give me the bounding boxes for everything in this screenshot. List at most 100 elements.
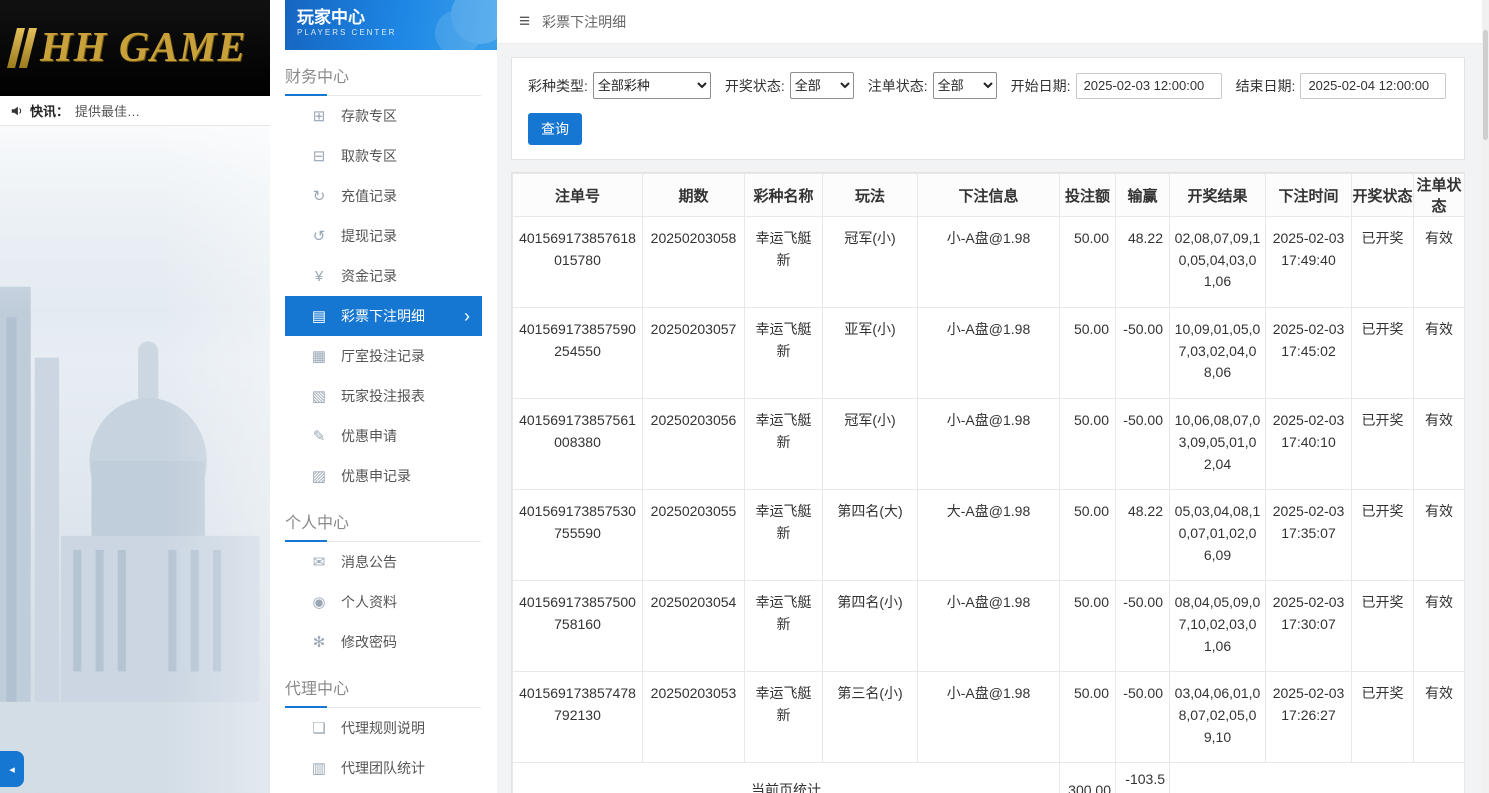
agent-rules-icon: ❏ — [312, 720, 326, 737]
col-header-bet-time: 下注时间 — [1265, 173, 1352, 217]
recharge-records-icon: ↻ — [312, 188, 326, 205]
cell-win-loss: -50.00 — [1115, 398, 1170, 491]
sidebar-item-agent-team-stats[interactable]: ▥ 代理团队统计 — [285, 748, 482, 788]
sidebar-item-hall-bet-records[interactable]: ▦ 厅室投注记录 — [285, 336, 482, 376]
cell-issue: 20250203054 — [642, 580, 745, 673]
cell-order-status: 有效 — [1413, 671, 1465, 764]
table-row: 401569173857590254550 20250203057 幸运飞艇新 亚军(… — [512, 307, 1465, 400]
col-header-bet-info: 下注信息 — [917, 173, 1060, 217]
content: 彩种类型: 全部彩种 开奖状态: 全部 注单状态: 全部 开始日期: 结束日期:… — [497, 44, 1489, 793]
query-button[interactable]: 查询 — [528, 113, 582, 145]
cell-bet-amount: 50.00 — [1059, 398, 1116, 491]
news-text: 提供最佳… — [75, 104, 141, 119]
cell-draw-status: 已开奖 — [1351, 671, 1414, 764]
chat-widget-button[interactable]: ◂ — [0, 751, 24, 787]
cell-draw-result: 10,06,08,07,03,09,05,01,02,04 — [1169, 398, 1266, 491]
col-header-order-status: 注单状态 — [1413, 173, 1465, 217]
cell-lottery-name: 幸运飞艇新 — [744, 398, 823, 491]
lottery-type-select[interactable]: 全部彩种 — [592, 72, 711, 99]
menu-toggle-icon[interactable]: ≡ — [519, 12, 530, 31]
chevron-right-icon: › — [464, 306, 470, 326]
cell-play-type: 第四名(大) — [822, 489, 918, 582]
sidebar-item-label: 代理规则说明 — [341, 720, 425, 736]
table-row: 401569173857618015780 20250203058 幸运飞艇新 冠军(… — [512, 215, 1465, 309]
sidebar-item-label: 存款专区 — [341, 108, 397, 124]
cell-bet-info: 小-A盘@1.98 — [917, 671, 1060, 764]
sidebar-item-withdraw-records[interactable]: ↺ 提现记录 — [285, 216, 482, 256]
sidebar-item-announcements[interactable]: ✉ 消息公告 — [285, 542, 482, 582]
cell-order-status: 有效 — [1413, 307, 1465, 400]
cell-bet-amount: 50.00 — [1059, 489, 1116, 582]
table-row: 401569173857530755590 20250203055 幸运飞艇新 第四名… — [512, 489, 1465, 582]
news-ticker: 快讯： 提供最佳… — [0, 96, 270, 126]
sidebar-item-deposit-zone[interactable]: ⊞ 存款专区 — [285, 96, 482, 136]
sidebar-section-title: 个人中心 — [285, 496, 481, 542]
summary-win-loss: -103.57 — [1115, 762, 1170, 793]
cell-lottery-name: 幸运飞艇新 — [744, 671, 823, 764]
header-decoration — [451, 0, 497, 44]
cell-draw-status: 已开奖 — [1351, 489, 1414, 582]
table-header-row: 注单号 期数 彩种名称 玩法 下注信息 投注额 输赢 开奖结果 下注时间 开奖状态 注单状态 — [512, 173, 1465, 217]
sidebar-item-lottery-bet-details[interactable]: ▤ 彩票下注明细 › — [285, 296, 482, 336]
table-body: 401569173857618015780 20250203058 幸运飞艇新 冠军(… — [512, 215, 1465, 793]
cell-bet-amount: 50.00 — [1059, 580, 1116, 673]
sidebar-item-change-password[interactable]: ✻ 修改密码 — [285, 622, 482, 662]
summary-row: 当前页统计300.00-103.57 — [512, 762, 1465, 793]
col-header-draw-result: 开奖结果 — [1169, 173, 1266, 217]
cell-issue: 20250203055 — [642, 489, 745, 582]
sidebar-item-withdraw-zone[interactable]: ⊟ 取款专区 — [285, 136, 482, 176]
cell-draw-status: 已开奖 — [1351, 307, 1414, 400]
site-logo[interactable]: HH GAME — [0, 0, 270, 96]
page: HH GAME 快讯： 提供最佳… ◂ 玩家中心 PLAYERS CENTER … — [0, 0, 1489, 793]
sidebar-item-promo-apply[interactable]: ✎ 优惠申请 — [285, 416, 482, 456]
cell-bet-info: 小-A盘@1.98 — [917, 307, 1060, 400]
table-row: 401569173857561008380 20250203056 幸运飞艇新 冠军(… — [512, 398, 1465, 491]
col-header-play-type: 玩法 — [822, 173, 918, 217]
scrollbar[interactable] — [1482, 0, 1489, 793]
sidebar-item-profile[interactable]: ◉ 个人资料 — [285, 582, 482, 622]
sidebar-item-promo-apply-records[interactable]: ▨ 优惠申记录 — [285, 456, 482, 496]
logo-text: HH GAME — [40, 25, 247, 71]
sidebar-item-agent-rules[interactable]: ❏ 代理规则说明 — [285, 708, 482, 748]
end-date-input[interactable] — [1300, 72, 1447, 99]
sidebar-body: 财务中心 ⊞ 存款专区 ⊟ 取款专区 ↻ 充值记录 ↺ 提现记录 ¥ 资金记录 ▤ 彩票下注明细 › ▦ 厅室… — [285, 50, 497, 788]
draw-status-select[interactable]: 全部 — [789, 72, 854, 99]
left-backdrop: HH GAME 快讯： 提供最佳… ◂ — [0, 0, 270, 793]
cell-play-type: 冠军(小) — [822, 215, 918, 309]
bets-table-panel: 注单号 期数 彩种名称 玩法 下注信息 投注额 输赢 开奖结果 下注时间 开奖状态 注单状态 401… — [511, 172, 1465, 793]
sidebar-item-label: 取款专区 — [341, 148, 397, 164]
cell-bet-time: 2025-02-03 17:49:40 — [1265, 215, 1352, 309]
sidebar-item-recharge-records[interactable]: ↻ 充值记录 — [285, 176, 482, 216]
cell-bet-info: 小-A盘@1.98 — [917, 580, 1060, 673]
cell-issue: 20250203056 — [642, 398, 745, 491]
cell-draw-status: 已开奖 — [1351, 398, 1414, 491]
announcements-icon: ✉ — [312, 554, 326, 571]
cell-issue: 20250203058 — [642, 215, 745, 309]
sidebar-item-player-bet-report[interactable]: ▧ 玩家投注报表 — [285, 376, 482, 416]
cell-order-status: 有效 — [1413, 489, 1465, 582]
speaker-icon — [11, 106, 22, 115]
col-header-order-id: 注单号 — [512, 173, 643, 217]
sidebar-section-title: 代理中心 — [285, 662, 481, 708]
cell-order-id: 401569173857561008380 — [512, 398, 643, 491]
end-date-label: 结束日期: — [1235, 77, 1296, 94]
cell-bet-time: 2025-02-03 17:26:27 — [1265, 671, 1352, 764]
scrollbar-thumb[interactable] — [1483, 30, 1488, 140]
draw-status-label: 开奖状态: — [724, 77, 785, 94]
cell-lottery-name: 幸运飞艇新 — [744, 307, 823, 400]
main-area: ≡ 彩票下注明细 彩种类型: 全部彩种 开奖状态: 全部 注单状态: 全部 开始… — [497, 0, 1489, 793]
sidebar-item-fund-records[interactable]: ¥ 资金记录 — [285, 256, 482, 296]
start-date-input[interactable] — [1075, 72, 1222, 99]
order-status-select[interactable]: 全部 — [932, 72, 997, 99]
cell-win-loss: -50.00 — [1115, 307, 1170, 400]
sidebar: 玩家中心 PLAYERS CENTER 财务中心 ⊞ 存款专区 ⊟ 取款专区 ↻ 充值记录 ↺… — [270, 0, 497, 793]
sidebar-item-label: 玩家投注报表 — [341, 388, 425, 404]
cell-draw-status: 已开奖 — [1351, 580, 1414, 673]
promo-apply-icon: ✎ — [312, 428, 326, 445]
profile-icon: ◉ — [312, 594, 326, 611]
cell-bet-info: 小-A盘@1.98 — [917, 398, 1060, 491]
background-photo — [0, 126, 270, 793]
cell-order-id: 401569173857590254550 — [512, 307, 643, 400]
sidebar-item-label: 个人资料 — [341, 594, 397, 610]
cell-issue: 20250203053 — [642, 671, 745, 764]
